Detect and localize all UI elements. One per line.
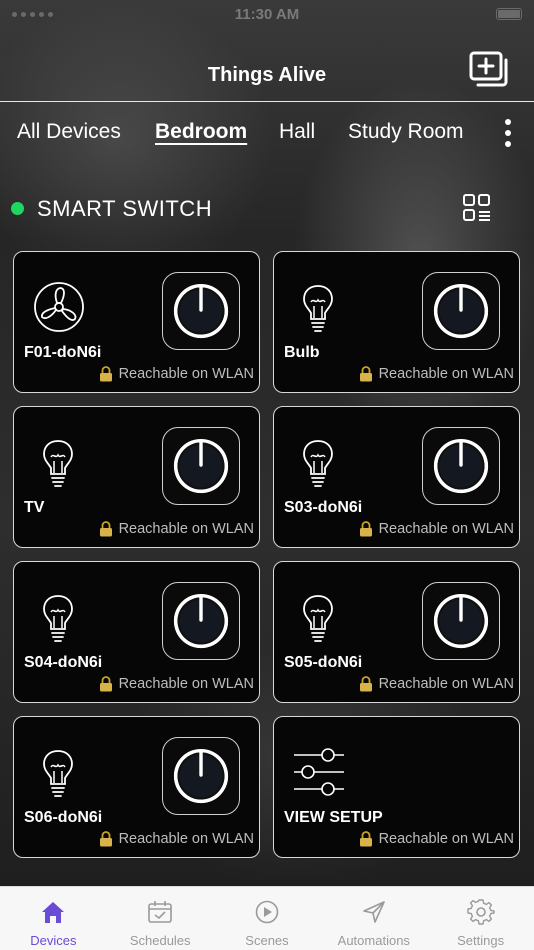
- tabbar-label: Settings: [457, 933, 505, 948]
- power-icon: [173, 438, 229, 494]
- reachability-status: Reachable on WLAN: [99, 521, 254, 537]
- power-button[interactable]: [162, 582, 240, 660]
- power-icon: [173, 283, 229, 339]
- gear-icon: [466, 899, 495, 925]
- battery-icon: [496, 8, 522, 20]
- power-button[interactable]: [422, 427, 500, 505]
- tabbar-label: Devices: [30, 933, 77, 948]
- online-status-dot: [11, 202, 24, 215]
- power-button[interactable]: [422, 272, 500, 350]
- device-name: S04-doN6i: [24, 654, 103, 671]
- reachability-label: Reachable on WLAN: [118, 676, 254, 692]
- section-title: SMART SWITCH: [37, 196, 213, 221]
- power-button[interactable]: [162, 427, 240, 505]
- lock-icon: [99, 831, 113, 847]
- lock-icon: [99, 676, 113, 692]
- play-circle-icon: [255, 900, 279, 924]
- device-card[interactable]: Bulb Reachable on WLAN: [273, 251, 520, 393]
- lock-icon: [359, 521, 373, 537]
- home-icon: [42, 902, 65, 923]
- add-device-icon: [469, 51, 508, 87]
- device-name: VIEW SETUP: [284, 809, 383, 826]
- bulb-icon: [300, 435, 336, 489]
- power-icon: [433, 593, 489, 649]
- device-name: S05-doN6i: [284, 654, 363, 671]
- tab-all-devices[interactable]: All Devices: [17, 120, 121, 144]
- device-card[interactable]: VIEW SETUP Reachable on WLAN: [273, 716, 520, 858]
- tabbar-label: Scenes: [245, 933, 289, 948]
- power-icon: [173, 593, 229, 649]
- device-card[interactable]: S05-doN6i Reachable on WLAN: [273, 561, 520, 703]
- power-button[interactable]: [162, 272, 240, 350]
- reachability-label: Reachable on WLAN: [378, 521, 514, 537]
- tabbar-schedules[interactable]: Schedules: [107, 887, 214, 950]
- device-name: F01-doN6i: [24, 344, 102, 361]
- status-time: 11:30 AM: [234, 6, 300, 23]
- power-button[interactable]: [162, 737, 240, 815]
- tabbar-automations[interactable]: Automations: [320, 887, 427, 950]
- calendar-check-icon: [148, 901, 172, 923]
- device-card[interactable]: TV Reachable on WLAN: [13, 406, 260, 548]
- section-header: SMART SWITCH: [0, 190, 534, 230]
- add-device-button[interactable]: [468, 50, 512, 90]
- send-icon: [362, 901, 385, 923]
- reachability-label: Reachable on WLAN: [378, 366, 514, 382]
- tabbar-devices[interactable]: Devices: [0, 887, 107, 950]
- device-name: TV: [24, 499, 45, 516]
- device-card[interactable]: S03-doN6i Reachable on WLAN: [273, 406, 520, 548]
- reachability-status: Reachable on WLAN: [359, 831, 514, 847]
- device-card[interactable]: F01-doN6i Reachable on WLAN: [13, 251, 260, 393]
- tab-hall[interactable]: Hall: [279, 120, 315, 144]
- tabbar-label: Schedules: [129, 933, 191, 948]
- reachability-status: Reachable on WLAN: [99, 831, 254, 847]
- device-name: S06-doN6i: [24, 809, 103, 826]
- sliders-icon: [292, 745, 346, 799]
- lock-icon: [99, 366, 113, 382]
- bulb-icon: [40, 435, 76, 489]
- reachability-status: Reachable on WLAN: [99, 366, 254, 382]
- reachability-label: Reachable on WLAN: [378, 831, 514, 847]
- tabbar-settings[interactable]: Settings: [427, 887, 534, 950]
- reachability-status: Reachable on WLAN: [359, 521, 514, 537]
- tabbar-scenes[interactable]: Scenes: [214, 887, 321, 950]
- tab-bedroom[interactable]: Bedroom: [155, 120, 247, 144]
- bulb-icon: [300, 590, 336, 644]
- lock-icon: [359, 831, 373, 847]
- power-icon: [433, 438, 489, 494]
- bulb-icon: [40, 590, 76, 644]
- device-name: S03-doN6i: [284, 499, 363, 516]
- lock-icon: [359, 676, 373, 692]
- bulb-icon: [300, 280, 336, 334]
- reachability-label: Reachable on WLAN: [378, 676, 514, 692]
- more-options-button[interactable]: [500, 118, 516, 148]
- fan-icon: [32, 280, 86, 334]
- lock-icon: [359, 366, 373, 382]
- reachability-status: Reachable on WLAN: [359, 366, 514, 382]
- status-bar: 11:30 AM: [0, 0, 534, 30]
- room-tabs: All Devices Bedroom Hall Study Room: [0, 116, 534, 152]
- app-header: Things Alive: [0, 30, 534, 102]
- power-icon: [173, 748, 229, 804]
- view-toggle-button[interactable]: [461, 192, 493, 224]
- reachability-status: Reachable on WLAN: [359, 676, 514, 692]
- bulb-icon: [40, 745, 76, 799]
- reachability-status: Reachable on WLAN: [99, 676, 254, 692]
- device-name: Bulb: [284, 344, 320, 361]
- page-title: Things Alive: [207, 64, 327, 86]
- reachability-label: Reachable on WLAN: [118, 831, 254, 847]
- grid-list-toggle-icon: [463, 194, 490, 221]
- device-card[interactable]: S04-doN6i Reachable on WLAN: [13, 561, 260, 703]
- tabbar-label: Automations: [337, 933, 410, 948]
- reachability-label: Reachable on WLAN: [118, 521, 254, 537]
- power-icon: [433, 283, 489, 339]
- bottom-tab-bar: Devices Schedules Scenes Automations Set…: [0, 886, 534, 950]
- reachability-label: Reachable on WLAN: [118, 366, 254, 382]
- tab-study-room[interactable]: Study Room: [348, 120, 464, 144]
- device-card[interactable]: S06-doN6i Reachable on WLAN: [13, 716, 260, 858]
- power-button[interactable]: [422, 582, 500, 660]
- lock-icon: [99, 521, 113, 537]
